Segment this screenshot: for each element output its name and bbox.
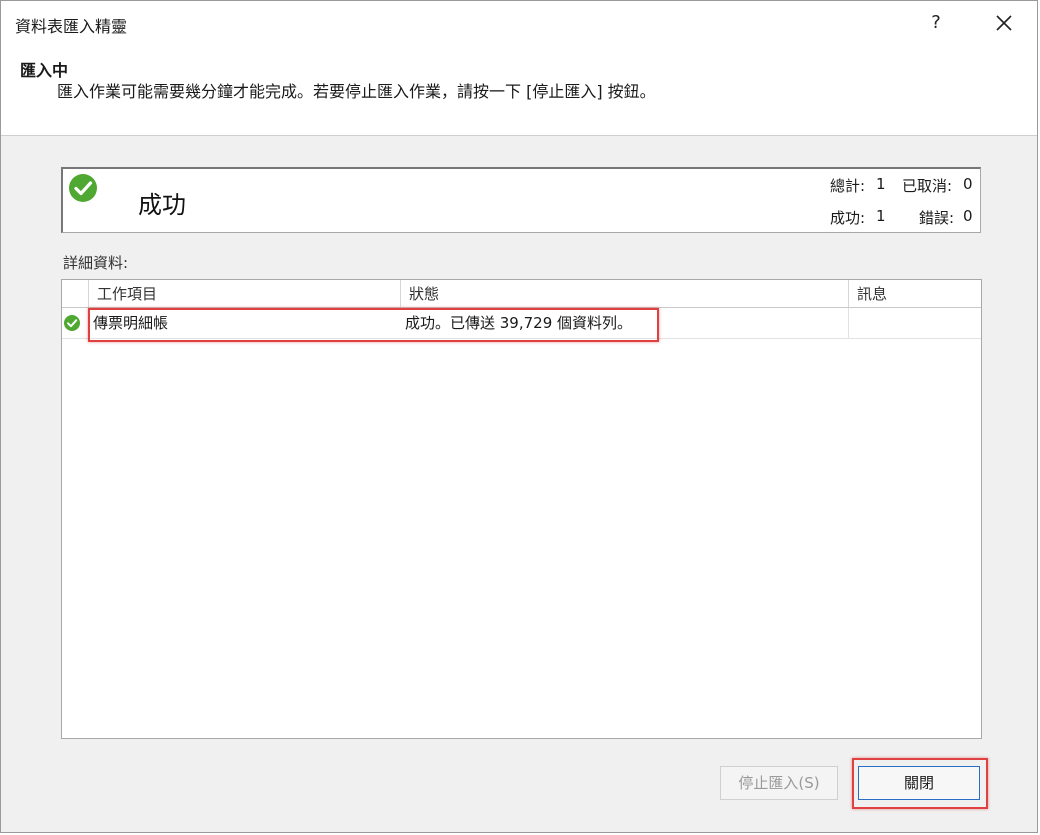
page-description: 匯入作業可能需要幾分鐘才能完成。若要停止匯入作業，請按一下 [停止匯入] 按鈕。 [57, 82, 656, 101]
success-check-icon [69, 174, 97, 202]
title-bar: 資料表匯入精靈 ? [1, 1, 1037, 45]
total-value: 1 [876, 175, 886, 193]
success-check-icon [64, 315, 80, 331]
column-header-item[interactable]: 工作項目 [88, 280, 400, 307]
success-value: 1 [876, 207, 886, 225]
status-label: 成功 [138, 191, 186, 219]
success-label: 成功: [830, 209, 866, 227]
grid-header: 工作項目 狀態 訊息 [62, 280, 981, 308]
error-label: 錯誤: [919, 209, 955, 227]
close-window-button[interactable] [986, 7, 1022, 39]
window-title: 資料表匯入精靈 [15, 17, 128, 36]
status-summary-panel: 成功 總計: 1 已取消: 0 成功: 1 錯誤: 0 [61, 167, 981, 233]
column-header-status[interactable]: 狀態 [400, 280, 848, 307]
details-label: 詳細資料: [63, 254, 129, 272]
stop-import-button[interactable]: 停止匯入(S) [720, 766, 838, 800]
total-label: 總計: [830, 177, 866, 195]
import-wizard-dialog: 資料表匯入精靈 ? 匯入中 匯入作業可能需要幾分鐘才能完成。若要停止匯入作業，請… [0, 0, 1038, 833]
help-button[interactable]: ? [921, 7, 951, 39]
details-grid[interactable]: 工作項目 狀態 訊息 傳票明細帳 成功。已傳送 39,729 個資料列。 [61, 279, 982, 739]
wizard-header: 匯入中 匯入作業可能需要幾分鐘才能完成。若要停止匯入作業，請按一下 [停止匯入]… [1, 45, 1037, 136]
cancelled-value: 0 [963, 175, 973, 193]
close-icon [996, 15, 1012, 31]
cancelled-label: 已取消: [902, 177, 953, 195]
error-value: 0 [963, 207, 973, 225]
column-header-message[interactable]: 訊息 [848, 280, 981, 307]
highlight-annotation-close [852, 758, 988, 809]
column-header-icon [62, 280, 88, 307]
page-heading: 匯入中 [20, 61, 69, 80]
highlight-annotation-row [88, 308, 659, 342]
row-message-cell [848, 308, 981, 338]
